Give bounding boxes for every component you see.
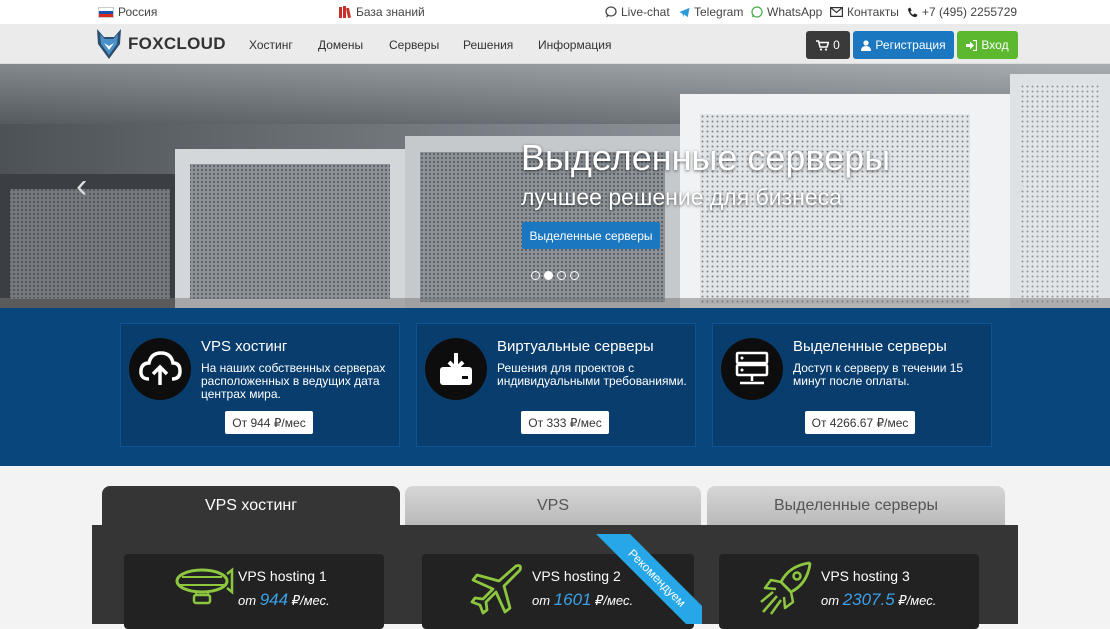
nav-item-domains[interactable]: Домены — [318, 38, 363, 52]
livechat-link[interactable]: Live-chat — [605, 5, 670, 19]
login-label: Вход — [981, 38, 1009, 52]
nav-item-hosting[interactable]: Хостинг — [249, 38, 293, 52]
envelope-icon — [830, 7, 843, 17]
service-description: Доступ к серверу в течении 15 минут посл… — [793, 361, 964, 388]
service-title: Виртуальные серверы — [497, 338, 654, 355]
nav-item-info[interactable]: Информация — [538, 38, 611, 52]
download-drive-icon — [425, 338, 487, 400]
hero-subtitle: лучшее решение для бизнеса — [521, 184, 842, 210]
russia-flag-icon — [98, 6, 114, 18]
carousel-dot[interactable] — [557, 271, 566, 280]
region-selector[interactable]: Россия — [98, 5, 157, 19]
cart-icon — [816, 39, 830, 51]
carousel-prev-icon[interactable]: ‹ — [76, 169, 87, 203]
whatsapp-icon — [751, 6, 763, 18]
service-card-virtual[interactable]: Виртуальные серверы Решения для проектов… — [416, 323, 696, 447]
whatsapp-link[interactable]: WhatsApp — [751, 5, 822, 19]
airplane-icon — [470, 564, 522, 615]
brand-name: FOXCLOUD — [128, 34, 226, 53]
nav-item-servers[interactable]: Серверы — [389, 38, 439, 52]
telegram-label: Telegram — [694, 5, 744, 19]
contacts-link[interactable]: Контакты — [830, 5, 899, 19]
plan-price-value: 2307.5 — [842, 590, 895, 609]
books-icon — [339, 6, 351, 18]
phone-icon — [907, 6, 918, 17]
telegram-icon — [679, 7, 690, 17]
hero-title: Выделенные серверы — [521, 137, 891, 178]
region-label: Россия — [118, 5, 158, 19]
services-section: VPS хостинг На наших собственных сервера… — [0, 308, 1110, 466]
server-rack-icon — [721, 338, 783, 400]
plan-price-value: 944 — [259, 590, 289, 609]
carousel-dot[interactable] — [570, 271, 579, 280]
register-button[interactable]: Регистрация — [853, 31, 954, 59]
phone-link[interactable]: +7 (495) 2255729 — [907, 5, 1017, 19]
service-card-vps[interactable]: VPS хостинг На наших собственных сервера… — [120, 323, 400, 447]
livechat-label: Live-chat — [621, 5, 670, 19]
phone-number: +7 (495) 2255729 — [922, 5, 1018, 19]
brand-logo[interactable]: FOXCLOUD — [96, 28, 226, 60]
plan-price-prefix: от — [238, 593, 257, 608]
plan-card-1[interactable]: VPS hosting 1 от 944 ₽/мес. — [124, 554, 384, 629]
nav-item-solutions[interactable]: Решения — [463, 38, 513, 52]
plan-price-value: 1601 — [553, 590, 592, 609]
cart-count: 0 — [833, 38, 840, 52]
telegram-link[interactable]: Telegram — [679, 5, 743, 19]
cloud-upload-icon — [129, 338, 191, 400]
whatsapp-label: WhatsApp — [767, 5, 823, 19]
service-price-button[interactable]: От 4266.67 ₽/мес — [805, 411, 915, 434]
hero-cta-button[interactable]: Выделенные серверы — [522, 222, 660, 249]
tab-vps[interactable]: VPS — [405, 486, 701, 526]
plans-section: VPS хостинг VPS Выделенные серверы VPS h… — [0, 466, 1110, 629]
chat-icon — [605, 6, 617, 18]
carousel-dot[interactable] — [531, 271, 540, 280]
service-price-button[interactable]: От 944 ₽/мес — [225, 411, 313, 434]
plan-price: от 2307.5 ₽/мес. — [821, 590, 936, 610]
service-description: Решения для проектов с индивидуальными т… — [497, 361, 687, 388]
login-button[interactable]: Вход — [957, 31, 1018, 59]
plan-price-unit: ₽/мес. — [291, 593, 330, 608]
knowledge-base-link[interactable]: База знаний — [339, 5, 425, 19]
service-title: Выделенные серверы — [793, 338, 947, 355]
plans-panel: VPS hosting 1 от 944 ₽/мес. VPS hosting … — [92, 525, 1018, 629]
service-price-button[interactable]: От 333 ₽/мес — [521, 411, 609, 434]
tab-dedicated-servers[interactable]: Выделенные серверы — [707, 486, 1005, 526]
hero-carousel: ‹ › Выделенные серверы лучшее решение дл… — [0, 64, 1110, 308]
carousel-next-icon[interactable]: › — [1014, 169, 1025, 203]
tab-vps-hosting[interactable]: VPS хостинг — [102, 486, 400, 526]
plan-name: VPS hosting 3 — [821, 568, 910, 584]
register-label: Регистрация — [875, 38, 946, 52]
user-icon — [861, 39, 872, 51]
carousel-dot[interactable] — [544, 271, 553, 280]
plan-price-prefix: от — [532, 593, 551, 608]
top-bar: Россия База знаний Live-chat Telegram Wh… — [0, 0, 1110, 24]
ribbon-label: Рекомендуем — [596, 534, 702, 624]
service-card-dedicated[interactable]: Выделенные серверы Доступ к серверу в те… — [712, 323, 992, 447]
knowledge-base-label: База знаний — [356, 5, 425, 19]
plan-card-3[interactable]: VPS hosting 3 от 2307.5 ₽/мес. — [719, 554, 979, 629]
service-description: На наших собственных серверах расположен… — [201, 361, 386, 401]
plan-name: VPS hosting 1 — [238, 568, 327, 584]
sign-in-icon — [966, 39, 978, 51]
main-navbar: FOXCLOUD Хостинг Домены Серверы Решения … — [0, 24, 1110, 64]
plan-price-prefix: от — [821, 593, 840, 608]
carousel-indicators — [531, 271, 579, 280]
fox-logo-icon — [97, 29, 121, 59]
service-title: VPS хостинг — [201, 338, 288, 355]
plan-price: от 944 ₽/мес. — [238, 590, 330, 610]
recommended-ribbon: Рекомендуем — [596, 534, 702, 624]
plan-price-unit: ₽/мес. — [898, 593, 937, 608]
rocket-icon — [760, 561, 812, 615]
cart-button[interactable]: 0 — [806, 31, 850, 59]
contacts-label: Контакты — [847, 5, 899, 19]
airship-icon — [175, 567, 234, 605]
